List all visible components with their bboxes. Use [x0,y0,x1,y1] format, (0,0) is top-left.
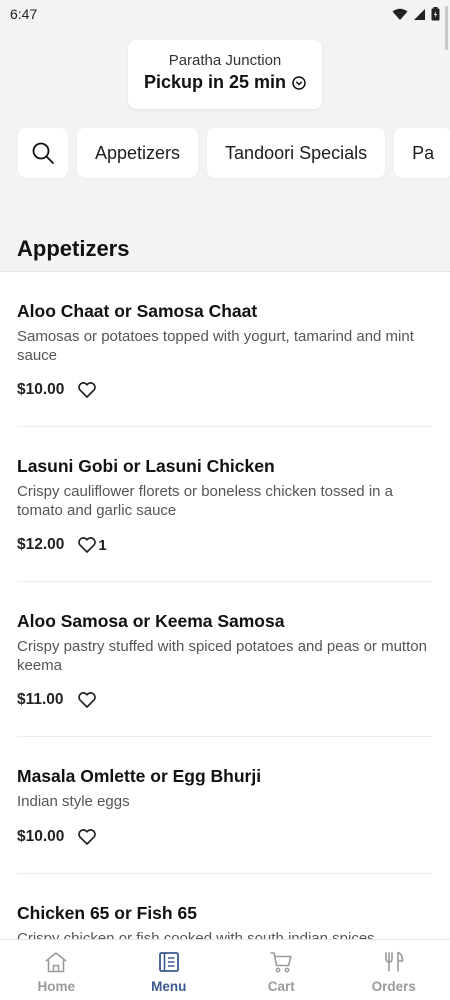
favorite-button[interactable] [77,692,98,708]
battery-icon [431,7,440,21]
nav-tab-cart[interactable]: Cart [225,940,338,1000]
status-time: 6:47 [10,6,38,22]
bottom-navigation: Home Menu Cart Orders [0,939,450,1000]
nav-tab-orders[interactable]: Orders [338,940,450,1000]
nav-label-orders: Orders [371,979,416,994]
menu-item[interactable]: Chicken 65 or Fish 65 Crispy chicken or … [17,874,432,939]
category-tab-next[interactable]: Pa [394,128,450,178]
menu-item[interactable]: Masala Omlette or Egg Bhurji Indian styl… [17,737,432,874]
menu-item[interactable]: Aloo Chaat or Samosa Chaat Samosas or po… [17,272,432,427]
nav-label-home: Home [37,979,75,994]
favorite-button[interactable] [78,829,98,845]
item-footer: $11.00 [17,691,98,709]
heart-icon [77,692,96,708]
status-bar: 6:47 [0,0,450,28]
item-footer: $12.00 1 [17,536,107,554]
signal-icon [414,8,425,20]
nav-label-menu: Menu [151,979,187,994]
category-tab-tandoori-specials[interactable]: Tandoori Specials [207,128,386,178]
item-description: Indian style eggs [17,793,130,810]
favorite-button[interactable] [78,382,98,398]
favorite-button[interactable]: 1 [78,536,107,554]
item-price: $11.00 [17,691,64,708]
menu-item[interactable]: Lasuni Gobi or Lasuni Chicken Crispy cau… [17,427,432,582]
heart-icon [78,537,97,553]
item-price: $10.00 [17,381,65,398]
item-price: $10.00 [17,828,65,845]
favorite-count: 1 [98,536,107,554]
item-price: $12.00 [17,536,65,553]
heart-icon [78,382,97,398]
item-name: Lasuni Gobi or Lasuni Chicken [17,456,275,476]
wifi-icon [392,8,408,20]
pickup-time-selector[interactable]: Pickup in 25 min [128,72,322,93]
cart-icon [270,952,293,973]
item-name: Masala Omlette or Egg Bhurji [17,766,262,786]
item-description: Crispy chicken or fish cooked with south… [17,930,375,939]
restaurant-name: Paratha Junction [168,52,282,69]
fork-knife-icon [384,951,404,972]
category-tabs: Appetizers Tandoori Specials Pa [18,128,450,178]
menu-item[interactable]: Aloo Samosa or Keema Samosa Crispy pastr… [17,582,432,737]
item-footer: $10.00 [17,381,98,399]
menu-book-icon [158,952,179,972]
category-tab-appetizers[interactable]: Appetizers [77,128,199,178]
nav-tab-menu[interactable]: Menu [113,940,226,1000]
nav-label-cart: Cart [267,979,295,994]
home-icon [45,952,67,973]
scroll-indicator [445,6,448,50]
nav-tab-home[interactable]: Home [0,940,113,1000]
heart-icon [78,829,97,845]
menu-item-list: Aloo Chaat or Samosa Chaat Samosas or po… [0,271,450,939]
item-name: Chicken 65 or Fish 65 [17,903,197,923]
item-name: Aloo Chaat or Samosa Chaat [17,301,258,321]
search-icon [32,142,54,164]
search-button[interactable] [18,128,68,178]
item-name: Aloo Samosa or Keema Samosa [17,611,285,631]
chevron-down-circle-icon [292,75,306,90]
item-footer: $10.00 [17,828,98,846]
status-icons [392,7,440,21]
section-title: Appetizers [17,236,130,261]
restaurant-pickup-card[interactable]: Paratha Junction Pickup in 25 min [128,40,322,109]
item-description: Samosas or potatoes topped with yogurt, … [17,328,414,364]
item-description: Crispy pastry stuffed with spiced potato… [17,638,427,674]
item-description: Crispy cauliflower florets or boneless c… [17,483,394,519]
pickup-time-label: Pickup in 25 min [143,72,287,92]
